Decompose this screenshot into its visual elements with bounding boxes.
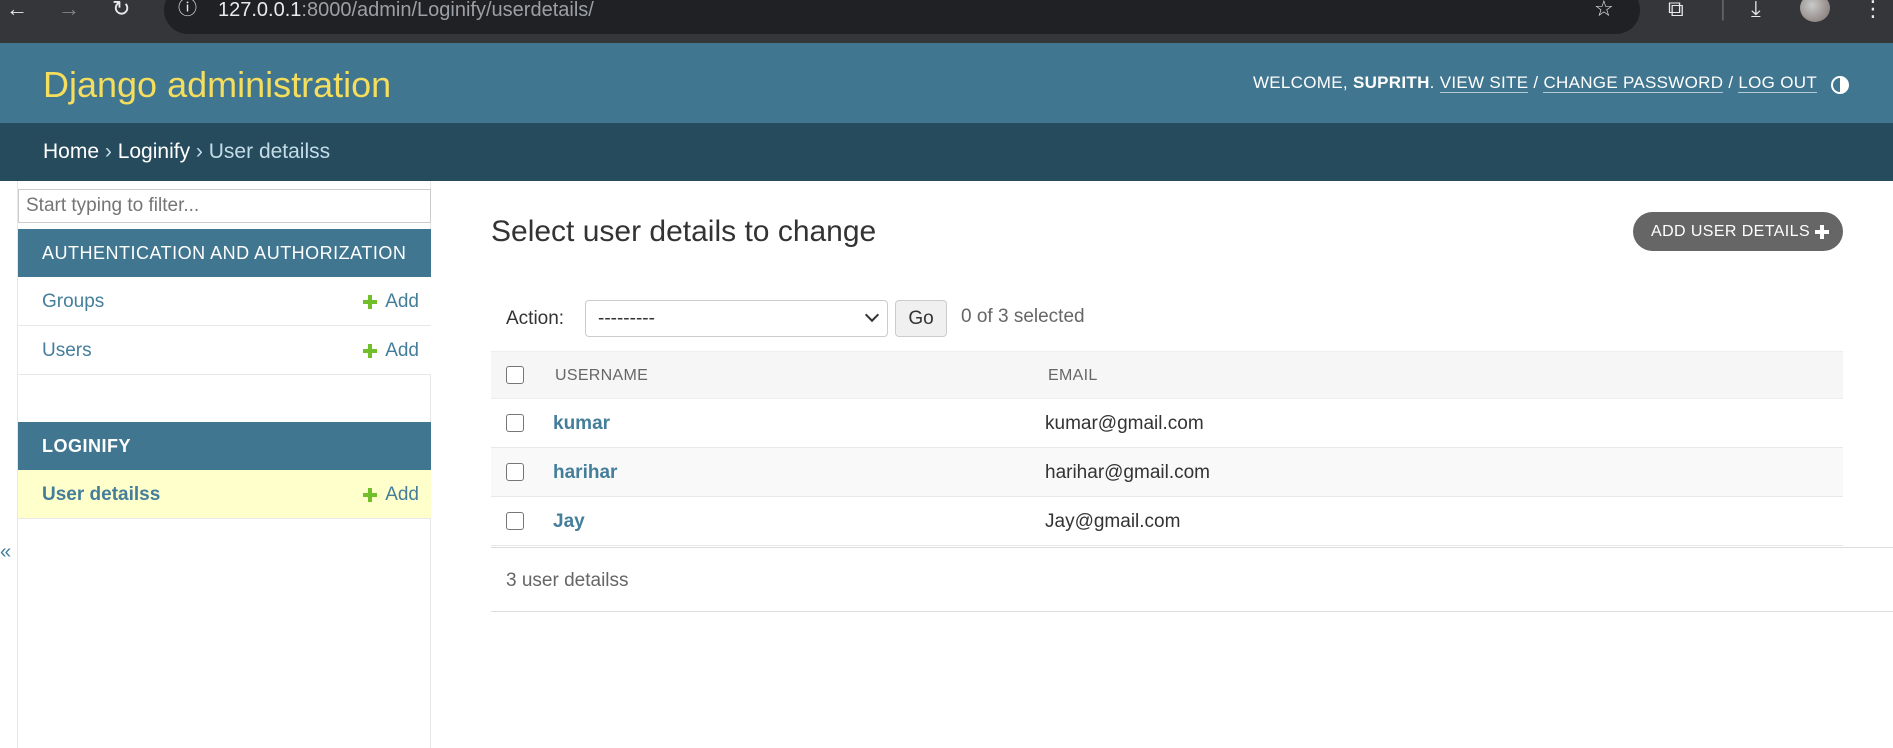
sidebar-item-users: Users Add	[18, 326, 431, 375]
browser-menu-icon[interactable]: ⋮	[1862, 0, 1884, 20]
add-label: Add	[385, 340, 419, 361]
select-all-checkbox[interactable]	[506, 366, 524, 384]
download-icon[interactable]: ⤓	[1751, 0, 1761, 20]
page-title: Select user details to change	[491, 215, 877, 248]
table-header: USERNAME EMAIL	[491, 351, 1843, 399]
plus-icon	[363, 343, 378, 358]
add-group-link[interactable]: Add	[363, 277, 419, 326]
sidebar-item-groups: Groups Add	[18, 277, 431, 326]
table-row: kumar kumar@gmail.com	[491, 399, 1843, 448]
column-header-username[interactable]: USERNAME	[555, 352, 648, 400]
table-row: harihar harihar@gmail.com	[491, 448, 1843, 497]
action-selected-value: ---------	[598, 308, 655, 329]
sidebar-collapse-icon[interactable]: «	[0, 542, 11, 562]
log-out-link[interactable]: LOG OUT	[1738, 73, 1817, 93]
column-header-email[interactable]: EMAIL	[1048, 352, 1098, 400]
url-host: 127.0.0.1	[218, 0, 302, 21]
plus-icon	[363, 487, 378, 502]
extensions-icon[interactable]: ⧉	[1668, 0, 1684, 20]
sidebar-filter-input[interactable]	[18, 189, 431, 223]
email-cell: harihar@gmail.com	[1045, 462, 1211, 483]
browser-toolbar: ← → ↻ ⓘ 127.0.0.1:8000/admin/Loginify/us…	[0, 0, 1893, 43]
add-user-details-link[interactable]: Add	[363, 470, 419, 519]
add-label: Add	[385, 291, 419, 312]
row-checkbox[interactable]	[506, 414, 524, 432]
username-link[interactable]: kumar	[553, 399, 610, 448]
theme-toggle-icon[interactable]	[1831, 76, 1849, 94]
bookmark-star-icon[interactable]: ☆	[1594, 0, 1614, 20]
welcome-username: SUPRITH	[1352, 73, 1430, 92]
email-cell: Jay@gmail.com	[1045, 511, 1181, 532]
user-detailss-link[interactable]: User detailss	[42, 470, 160, 519]
breadcrumb-current: User detailss	[208, 140, 331, 163]
table-row: Jay Jay@gmail.com	[491, 497, 1843, 546]
plus-icon	[1815, 225, 1829, 239]
breadcrumb-separator: ›	[99, 140, 118, 163]
toolbar-divider: |	[1720, 0, 1726, 21]
username-link[interactable]: harihar	[553, 448, 617, 497]
users-link[interactable]: Users	[42, 326, 92, 375]
user-tools: WELCOME, SUPRITH. VIEW SITE / CHANGE PAS…	[1253, 73, 1817, 93]
back-arrow-icon[interactable]: ←	[6, 0, 28, 20]
add-label: Add	[385, 484, 419, 505]
add-user-details-button[interactable]: ADD USER DETAILS	[1633, 212, 1843, 251]
email-cell: kumar@gmail.com	[1045, 413, 1204, 434]
sidebar-item-user-detailss: User detailss Add	[18, 470, 431, 519]
add-button-label: ADD USER DETAILS	[1651, 223, 1811, 240]
add-user-link[interactable]: Add	[363, 326, 419, 375]
view-site-link[interactable]: VIEW SITE	[1439, 73, 1529, 93]
username-link[interactable]: Jay	[553, 497, 585, 546]
go-button[interactable]: Go	[895, 300, 947, 337]
row-checkbox[interactable]	[506, 512, 524, 530]
plus-icon	[363, 294, 378, 309]
reload-icon[interactable]: ↻	[112, 0, 130, 20]
module-caption-auth[interactable]: AUTHENTICATION AND AUTHORIZATION	[18, 229, 431, 277]
site-branding[interactable]: Django administration	[43, 65, 391, 105]
site-info-icon[interactable]: ⓘ	[178, 0, 197, 20]
selected-count: 0 of 3 selected	[961, 306, 1085, 327]
nav-sidebar: AUTHENTICATION AND AUTHORIZATION Groups …	[17, 181, 431, 748]
breadcrumb-separator: ›	[190, 140, 209, 163]
welcome-suffix: .	[1429, 73, 1440, 92]
action-label: Action:	[506, 308, 565, 329]
action-select[interactable]: ---------	[585, 300, 888, 337]
breadcrumb-home[interactable]: Home	[43, 140, 99, 163]
row-checkbox[interactable]	[506, 463, 524, 481]
admin-header: Django administration WELCOME, SUPRITH. …	[0, 43, 1893, 123]
user-tools-separator: /	[1723, 73, 1739, 92]
user-tools-separator: /	[1528, 73, 1544, 92]
address-bar-url[interactable]: 127.0.0.1:8000/admin/Loginify/userdetail…	[218, 0, 594, 21]
profile-avatar[interactable]	[1800, 0, 1830, 22]
module-caption-loginify[interactable]: LOGINIFY	[18, 422, 431, 470]
change-password-link[interactable]: CHANGE PASSWORD	[1543, 73, 1724, 93]
paginator: 3 user detailss	[491, 547, 1893, 612]
url-path: :8000/admin/Loginify/userdetails/	[301, 0, 594, 21]
groups-link[interactable]: Groups	[42, 277, 104, 326]
welcome-prefix: WELCOME,	[1252, 73, 1353, 92]
forward-arrow-icon[interactable]: →	[58, 0, 80, 20]
breadcrumb-app[interactable]: Loginify	[118, 140, 190, 163]
chevron-down-icon	[864, 307, 880, 323]
breadcrumb: Home › Loginify › User detailss	[0, 123, 1893, 181]
